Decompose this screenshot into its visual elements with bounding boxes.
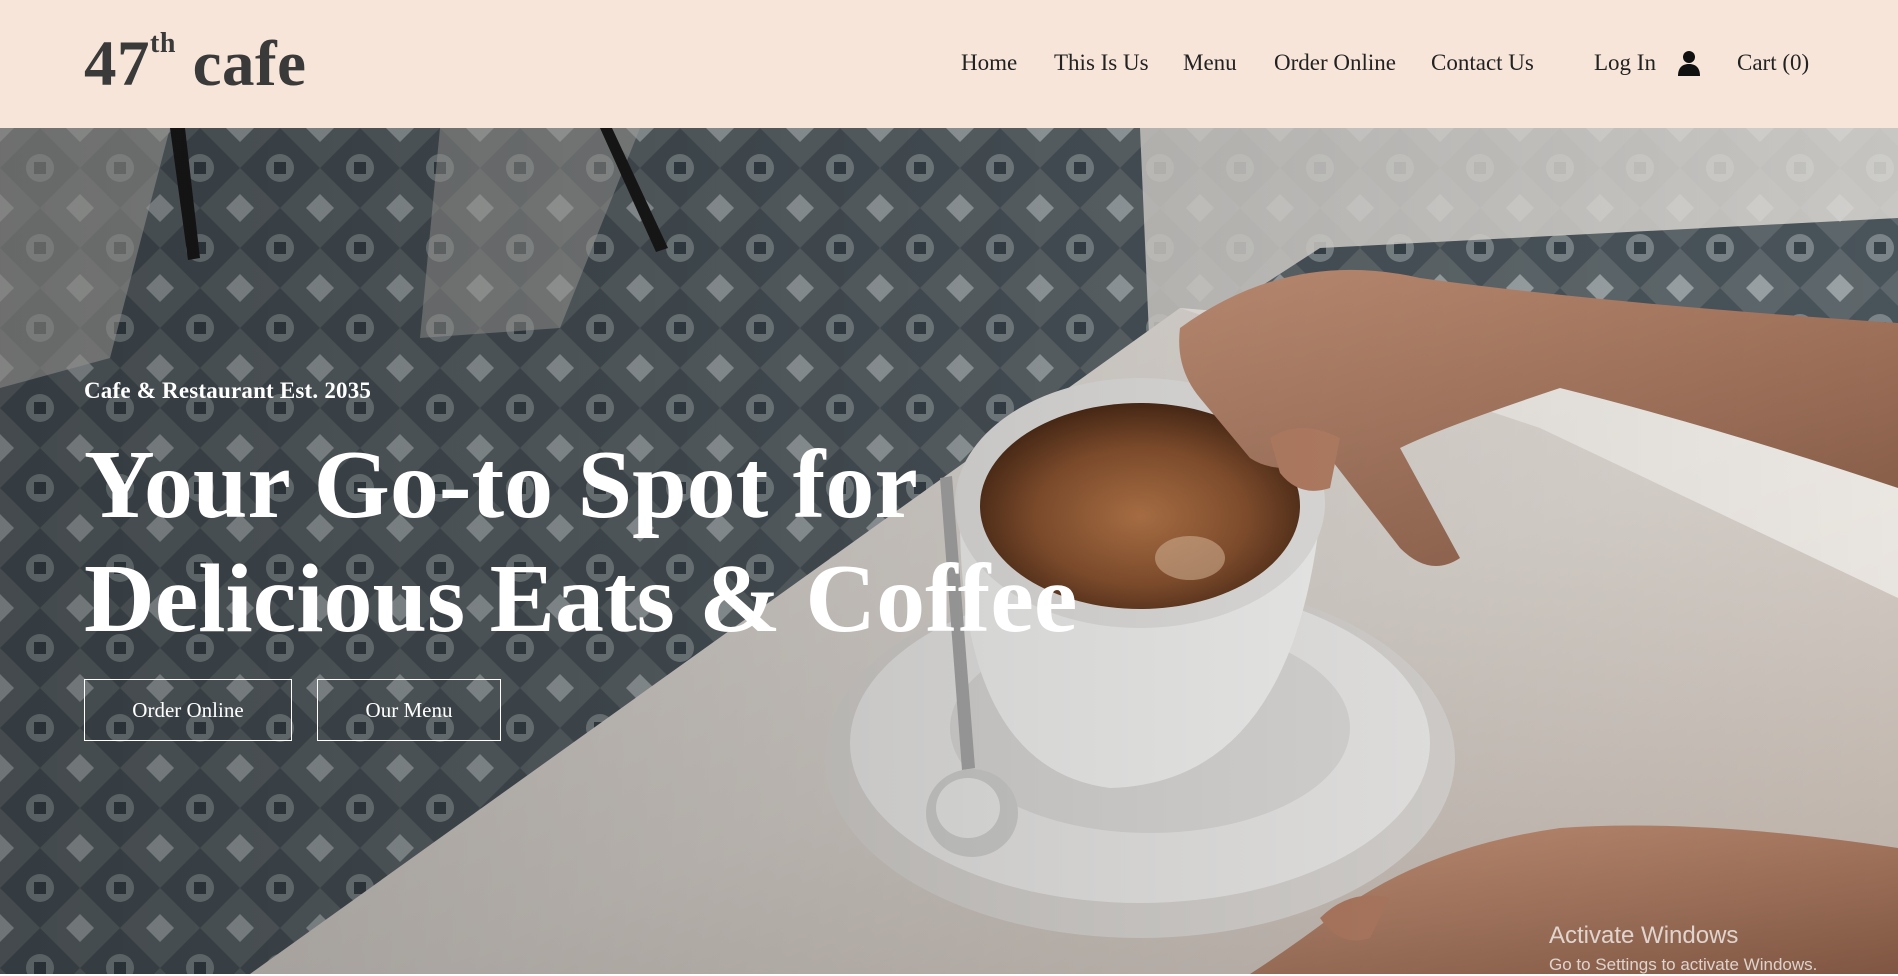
activate-windows-watermark: Activate Windows Go to Settings to activ… bbox=[1549, 922, 1817, 976]
hero-title-line-1: Your Go-to Spot for bbox=[84, 431, 918, 539]
watermark-title: Activate Windows bbox=[1549, 922, 1739, 949]
user-icon[interactable] bbox=[1678, 50, 1700, 76]
watermark-subtitle: Go to Settings to activate Windows. bbox=[1549, 955, 1818, 974]
hero-eyebrow: Cafe & Restaurant Est. 2035 bbox=[84, 378, 372, 403]
hero-title-line-2: Delicious Eats & Coffee bbox=[84, 545, 1078, 653]
nav-order-online[interactable]: Order Online bbox=[1274, 48, 1396, 78]
cart-link[interactable]: Cart (0) bbox=[1737, 48, 1809, 78]
nav-menu[interactable]: Menu bbox=[1183, 48, 1237, 78]
order-online-button[interactable]: Order Online bbox=[84, 679, 292, 741]
hero-section: Cafe & Restaurant Est. 2035 Your Go-to S… bbox=[0, 128, 1898, 974]
nav-home[interactable]: Home bbox=[961, 48, 1017, 78]
login-link[interactable]: Log In bbox=[1594, 48, 1656, 78]
hero-title: Your Go-to Spot for Delicious Eats & Cof… bbox=[84, 428, 1184, 656]
nav-this-is-us[interactable]: This Is Us bbox=[1054, 48, 1149, 78]
our-menu-button[interactable]: Our Menu bbox=[317, 679, 501, 741]
main-nav: Home This Is Us Menu Order Online Contac… bbox=[0, 48, 1898, 82]
site-header: 47th cafe Home This Is Us Menu Order Onl… bbox=[0, 0, 1898, 128]
nav-contact-us[interactable]: Contact Us bbox=[1431, 48, 1534, 78]
